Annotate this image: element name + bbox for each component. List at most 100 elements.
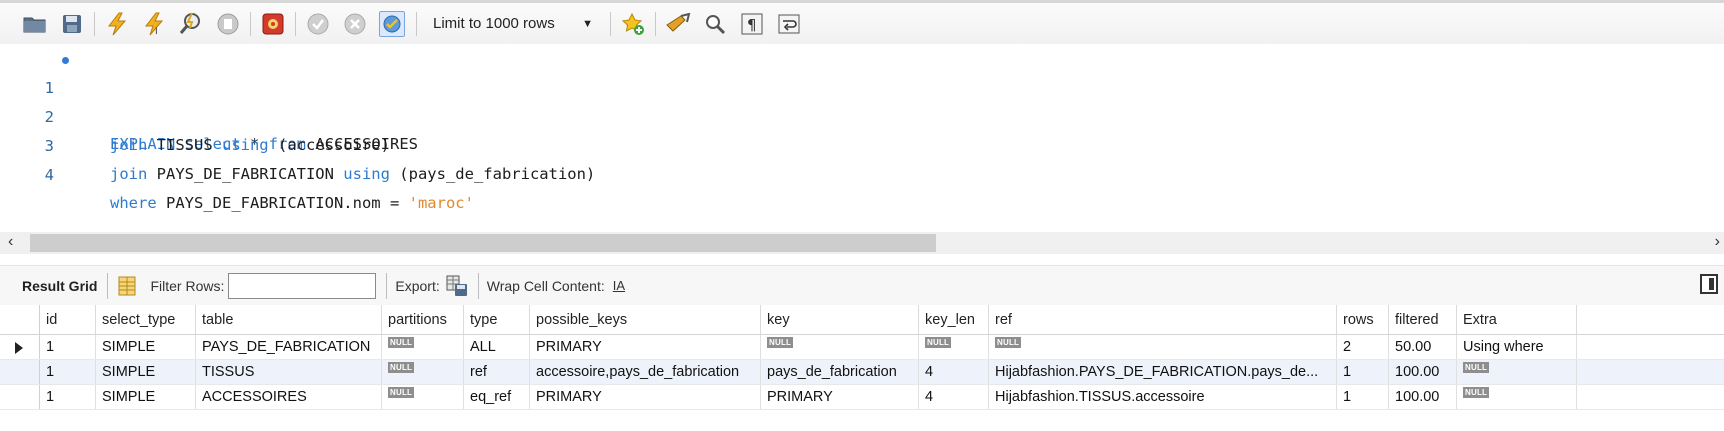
cell-ref[interactable]: NULL [989, 335, 1337, 359]
cell-filtered[interactable]: 50.00 [1389, 335, 1457, 359]
cell-select-type[interactable]: SIMPLE [96, 360, 196, 384]
add-snippet-icon[interactable] [620, 11, 646, 37]
toolbar-separator [386, 272, 388, 299]
grid-view-icon[interactable] [118, 276, 136, 296]
invisible-chars-icon[interactable]: ¶ [739, 11, 765, 37]
cell-possible-keys[interactable]: PRIMARY [530, 385, 761, 409]
column-header[interactable]: type [464, 305, 530, 334]
column-header[interactable]: key_len [919, 305, 989, 334]
cell-partitions[interactable]: NULL [382, 360, 464, 384]
side-panel-toggle-icon[interactable] [1700, 274, 1718, 294]
cell-rows[interactable]: 1 [1337, 385, 1389, 409]
cell-possible-keys[interactable]: accessoire,pays_de_fabrication [530, 360, 761, 384]
cell-key[interactable]: pays_de_fabrication [761, 360, 919, 384]
row-selector[interactable] [0, 385, 40, 409]
toggle-error-icon[interactable] [260, 11, 286, 37]
save-icon[interactable] [59, 11, 85, 37]
editor-toolbar: I Limit to 1000 rows ▼ ¶ [0, 0, 1724, 44]
cell-rows[interactable]: 1 [1337, 360, 1389, 384]
cell-id[interactable]: 1 [40, 385, 96, 409]
find-icon[interactable] [702, 11, 728, 37]
export-icon[interactable] [446, 275, 468, 297]
limit-rows-select[interactable]: Limit to 1000 rows ▼ [426, 11, 602, 37]
toolbar-separator [610, 11, 611, 36]
cell-table[interactable]: PAYS_DE_FABRICATION [196, 335, 382, 359]
table-row[interactable]: 1 SIMPLE PAYS_DE_FABRICATION NULL ALL PR… [0, 335, 1724, 360]
commit-icon[interactable] [305, 11, 331, 37]
cell-key-len[interactable]: 4 [919, 360, 989, 384]
toolbar-separator [107, 272, 109, 299]
row-selector[interactable] [0, 335, 40, 359]
column-header[interactable]: select_type [96, 305, 196, 334]
scroll-right-icon[interactable]: › [1715, 233, 1720, 251]
stop-icon[interactable] [215, 11, 241, 37]
editor-horizontal-scrollbar[interactable]: ‹ › [0, 232, 1724, 254]
cell-select-type[interactable]: SIMPLE [96, 385, 196, 409]
cell-id[interactable]: 1 [40, 360, 96, 384]
editor-line[interactable]: 3 join PAYS_DE_FABRICATION using (pays_d… [0, 104, 1700, 183]
line-number: 4 [44, 166, 54, 184]
cell-ref[interactable]: Hijabfashion.TISSUS.accessoire [989, 385, 1337, 409]
column-header[interactable]: rows [1337, 305, 1389, 334]
cell-filtered[interactable]: 100.00 [1389, 360, 1457, 384]
cell-partitions[interactable]: NULL [382, 335, 464, 359]
table-row[interactable]: 1 SIMPLE TISSUS NULL ref accessoire,pays… [0, 360, 1724, 385]
column-header[interactable]: partitions [382, 305, 464, 334]
scroll-left-icon[interactable]: ‹ [8, 233, 13, 251]
cell-table[interactable]: ACCESSOIRES [196, 385, 382, 409]
table-row[interactable]: 1 SIMPLE ACCESSOIRES NULL eq_ref PRIMARY… [0, 385, 1724, 410]
wrap-cell-content-icon[interactable]: IA [613, 278, 625, 293]
cell-type[interactable]: ALL [464, 335, 530, 359]
current-row-pointer-icon [15, 342, 23, 354]
column-header[interactable]: possible_keys [530, 305, 761, 334]
column-header[interactable]: id [40, 305, 96, 334]
beautify-icon[interactable] [665, 11, 691, 37]
editor-line[interactable]: 2 join TISSUS using (accessoire) [0, 75, 1700, 154]
null-badge: NULL [925, 336, 952, 348]
filter-rows-input[interactable] [228, 272, 377, 299]
cell-ref[interactable]: Hijabfashion.PAYS_DE_FABRICATION.pays_de… [989, 360, 1337, 384]
cell-type[interactable]: eq_ref [464, 385, 530, 409]
explain-icon[interactable] [178, 11, 204, 37]
cell-table[interactable]: TISSUS [196, 360, 382, 384]
cell-key-len[interactable]: NULL [919, 335, 989, 359]
column-header[interactable]: ref [989, 305, 1337, 334]
null-badge: NULL [388, 336, 415, 348]
wrap-icon[interactable] [776, 11, 802, 37]
cell-key-len[interactable]: 4 [919, 385, 989, 409]
execute-current-icon[interactable]: I [141, 11, 167, 37]
column-header[interactable]: filtered [1389, 305, 1457, 334]
column-header[interactable]: Extra [1457, 305, 1577, 334]
export-label: Export: [395, 277, 440, 294]
autocommit-icon[interactable] [379, 10, 405, 37]
result-toolbar: Result Grid Filter Rows: Export: Wrap Ce… [0, 265, 1724, 305]
column-header[interactable]: table [196, 305, 382, 334]
execute-icon[interactable] [104, 11, 130, 37]
cell-id[interactable]: 1 [40, 335, 96, 359]
cell-key[interactable]: NULL [761, 335, 919, 359]
code-line: where PAYS_DE_FABRICATION.nom = 'maroc' [110, 194, 474, 212]
svg-text:¶: ¶ [747, 16, 757, 34]
row-selector[interactable] [0, 360, 40, 384]
open-file-icon[interactable] [22, 11, 48, 37]
result-grid-tab[interactable]: Result Grid [22, 278, 97, 294]
cell-possible-keys[interactable]: PRIMARY [530, 335, 761, 359]
cell-extra[interactable]: NULL [1457, 360, 1577, 384]
cell-rows[interactable]: 2 [1337, 335, 1389, 359]
toolbar-separator [477, 272, 479, 299]
editor-line[interactable]: 1 EXPLAIN select * from ACCESSOIRES [0, 46, 1700, 153]
cell-key[interactable]: PRIMARY [761, 385, 919, 409]
cell-select-type[interactable]: SIMPLE [96, 335, 196, 359]
cell-extra[interactable]: NULL [1457, 385, 1577, 409]
rollback-icon[interactable] [342, 11, 368, 37]
scrollbar-thumb[interactable] [30, 234, 936, 252]
column-header[interactable]: key [761, 305, 919, 334]
cell-extra[interactable]: Using where [1457, 335, 1577, 359]
cell-type[interactable]: ref [464, 360, 530, 384]
sql-editor[interactable]: 1 EXPLAIN select * from ACCESSOIRES 2 jo… [0, 44, 1724, 232]
cell-filtered[interactable]: 100.00 [1389, 385, 1457, 409]
toolbar-separator [94, 11, 95, 36]
cell-partitions[interactable]: NULL [382, 385, 464, 409]
null-badge: NULL [1463, 361, 1490, 373]
editor-line[interactable]: 4 where PAYS_DE_FABRICATION.nom = 'maroc… [0, 133, 1700, 212]
